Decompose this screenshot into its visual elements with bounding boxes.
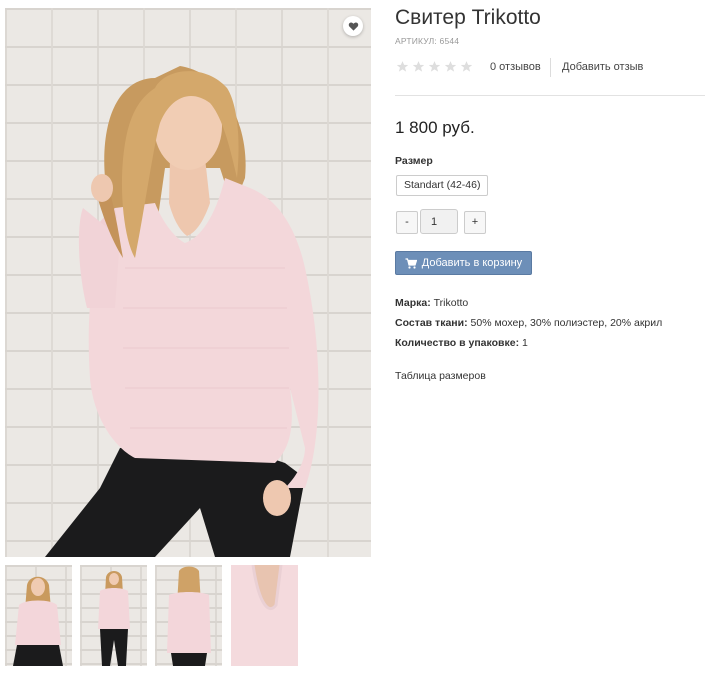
add-to-cart-label: Добавить в корзину: [421, 257, 523, 269]
cart-icon: [405, 257, 417, 269]
size-option-button[interactable]: Standart (42-46): [396, 175, 489, 196]
property-brand: Марка: Trikotto: [395, 297, 468, 309]
product-sku: АРТИКУЛ: 6544: [395, 36, 460, 46]
thumbnail-3[interactable]: [155, 565, 222, 666]
property-label: Марка:: [395, 297, 431, 309]
star-icon[interactable]: [460, 60, 473, 73]
reviews-count[interactable]: 0 отзывов: [490, 61, 541, 73]
rating-stars[interactable]: [396, 60, 473, 73]
thumbnail-image: [167, 566, 211, 666]
product-main-image[interactable]: [5, 8, 371, 557]
property-pack-quantity: Количество в упаковке: 1: [395, 337, 528, 349]
size-label: Размер: [395, 155, 433, 167]
size-table-link[interactable]: Таблица размеров: [395, 370, 486, 382]
add-review-link[interactable]: Добавить отзыв: [562, 61, 643, 73]
property-fabric: Состав ткани: 50% мохер, 30% полиэстер, …: [395, 317, 662, 329]
heart-icon: [348, 21, 358, 31]
property-value: 50% мохер, 30% полиэстер, 20% акрил: [470, 317, 663, 329]
property-value: 1: [522, 337, 528, 349]
thumbnail-image: [13, 576, 63, 666]
divider: [550, 58, 551, 77]
star-icon[interactable]: [444, 60, 457, 73]
quantity-decrease-button[interactable]: -: [396, 211, 418, 234]
property-label: Количество в упаковке:: [395, 337, 520, 349]
star-icon[interactable]: [396, 60, 409, 73]
divider: [395, 95, 705, 96]
wishlist-button[interactable]: [343, 16, 363, 36]
thumbnail-strip: [5, 565, 305, 667]
product-price: 1 800 руб.: [395, 118, 475, 137]
thumbnail-2[interactable]: [80, 565, 147, 666]
thumbnail-1[interactable]: [5, 565, 72, 666]
product-title: Свитер Trikotto: [395, 6, 541, 29]
star-icon[interactable]: [428, 60, 441, 73]
model-illustration: [45, 66, 319, 557]
quantity-increase-button[interactable]: +: [464, 211, 486, 234]
thumbnail-image: [98, 571, 130, 666]
add-to-cart-button[interactable]: Добавить в корзину: [395, 251, 532, 275]
property-label: Состав ткани:: [395, 317, 468, 329]
property-value: Trikotto: [433, 297, 469, 309]
quantity-input[interactable]: [420, 209, 458, 234]
star-icon[interactable]: [412, 60, 425, 73]
thumbnail-image: [231, 565, 298, 666]
thumbnail-4[interactable]: [231, 565, 298, 666]
rating-row: 0 отзывов Добавить отзыв: [395, 57, 705, 79]
